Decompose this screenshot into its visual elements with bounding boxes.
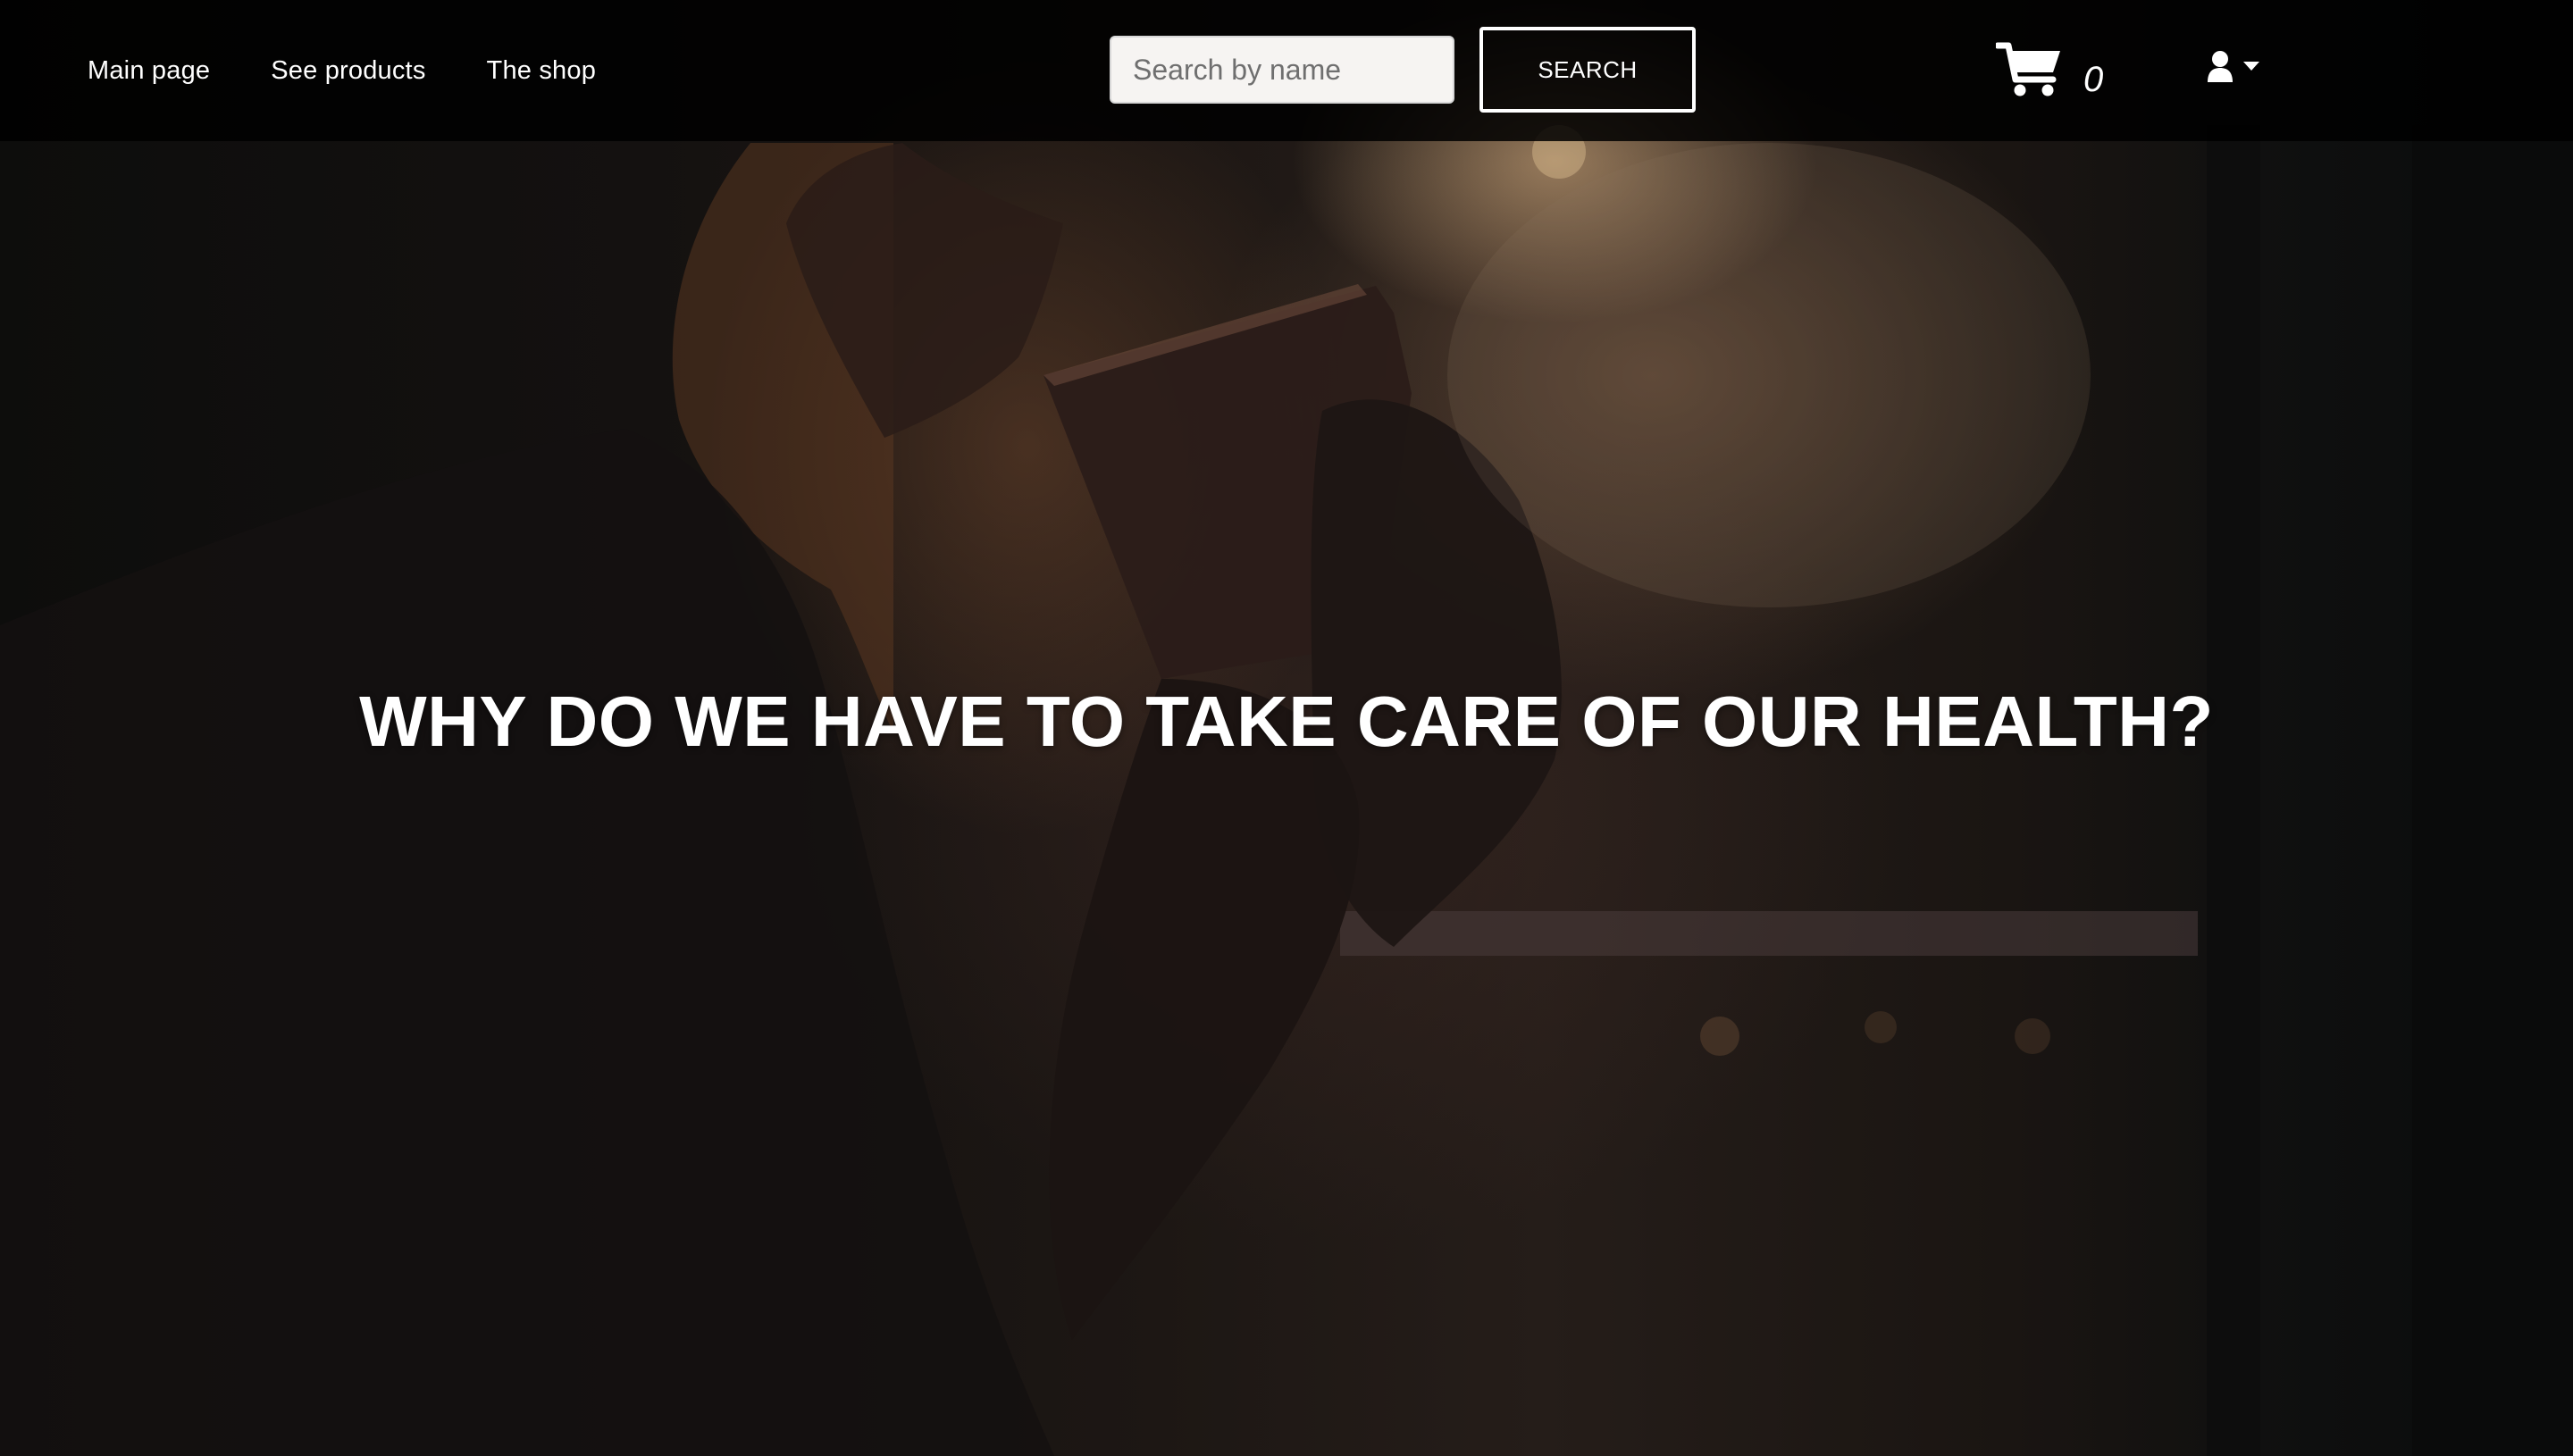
nav-links: Main page See products The shop <box>88 0 596 141</box>
nav-link-main-page[interactable]: Main page <box>88 56 210 86</box>
shopping-cart-icon <box>1994 40 2064 104</box>
search-input[interactable] <box>1110 36 1454 104</box>
top-navbar: Main page See products The shop SEARCH 0 <box>0 0 2573 141</box>
cart-count: 0 <box>2083 59 2104 99</box>
cart-button[interactable]: 0 <box>1994 36 2104 107</box>
user-icon <box>2207 50 2234 87</box>
page: Main page See products The shop SEARCH 0 <box>0 0 2573 1456</box>
user-menu-toggle[interactable] <box>2207 46 2260 89</box>
hero-headline: WHY DO WE HAVE TO TAKE CARE OF OUR HEALT… <box>359 682 2214 761</box>
nav-link-see-products[interactable]: See products <box>271 56 425 86</box>
nav-link-the-shop[interactable]: The shop <box>487 56 597 86</box>
caret-down-icon <box>2242 60 2260 76</box>
search-button[interactable]: SEARCH <box>1479 27 1696 113</box>
